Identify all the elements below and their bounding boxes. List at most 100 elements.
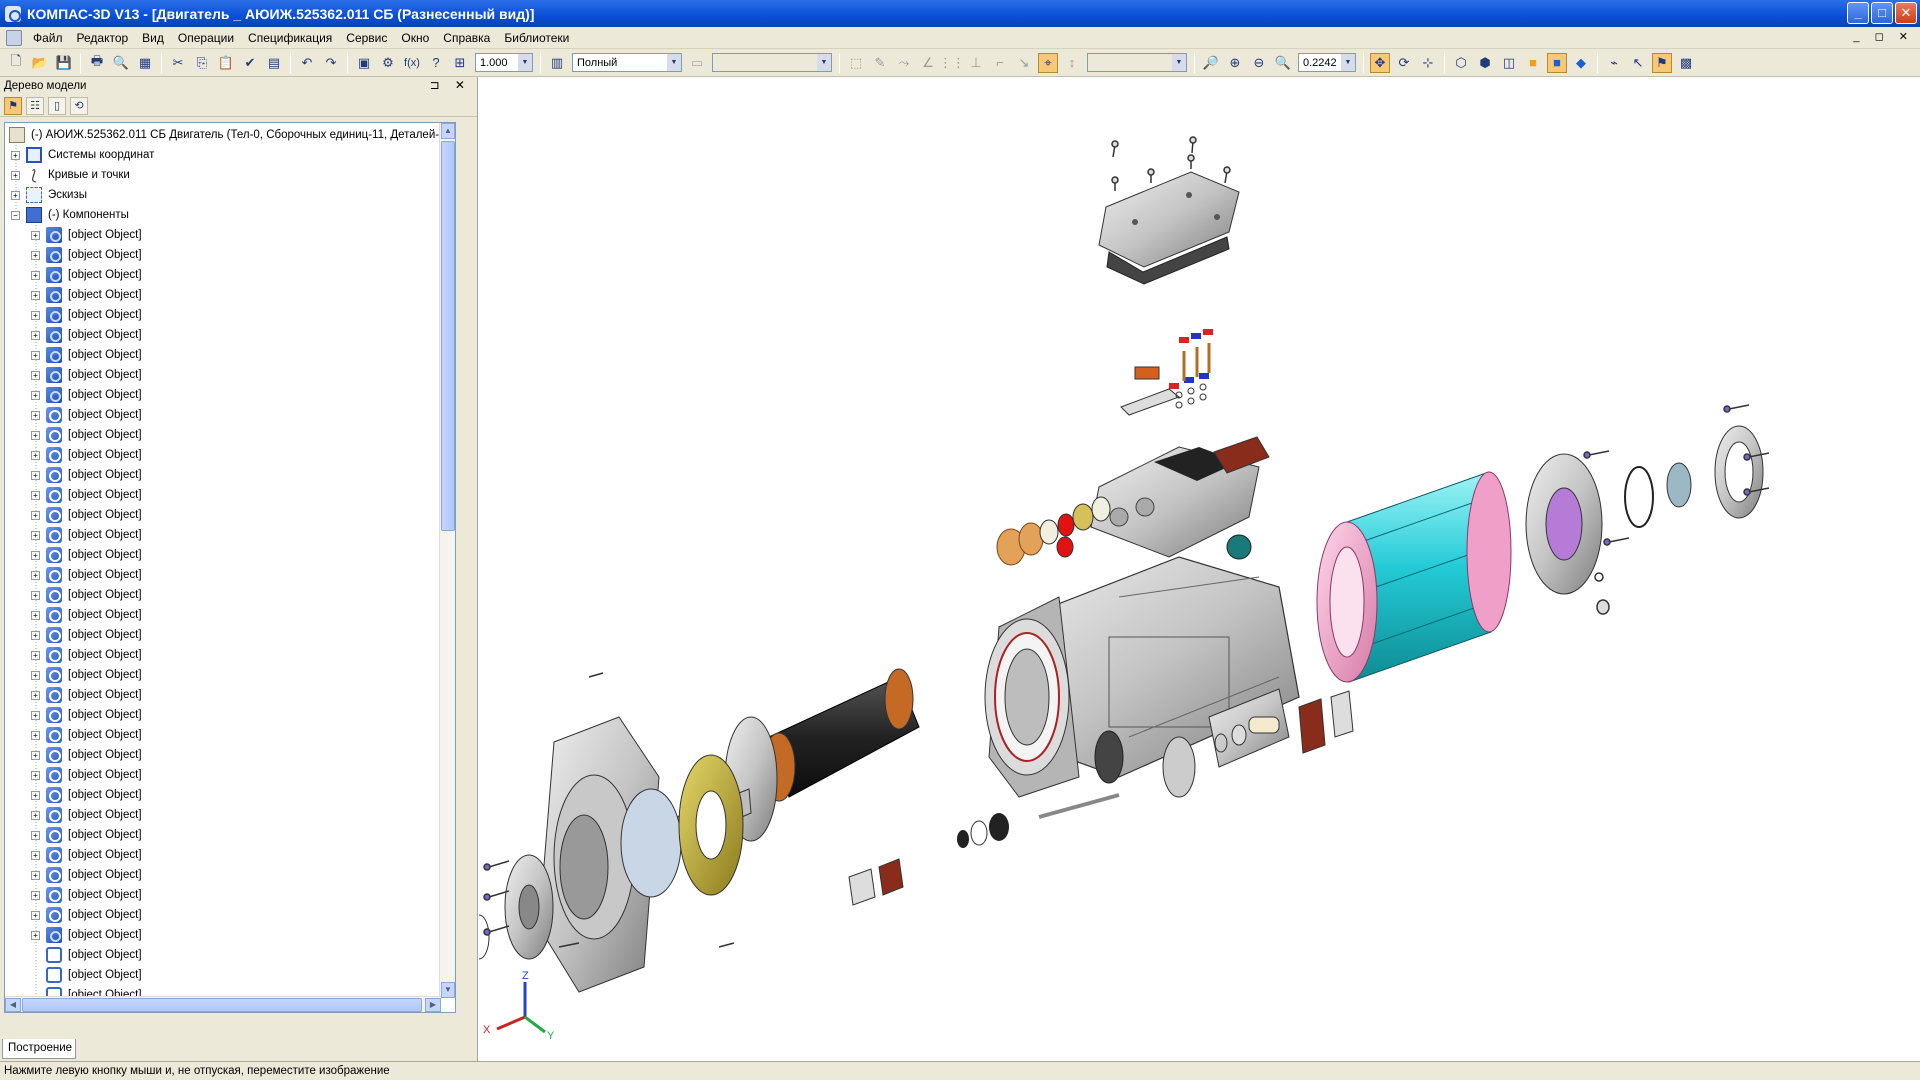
expand-icon[interactable]: + [31, 730, 40, 740]
expand-icon[interactable]: + [31, 490, 40, 500]
expand-icon[interactable]: + [31, 390, 40, 400]
tree-component-item[interactable]: + [object Object] [31, 645, 142, 665]
help-pointer-icon[interactable]: ? [426, 53, 446, 73]
zoom-out-icon[interactable]: ⊖ [1249, 53, 1269, 73]
stator-with-windings[interactable] [1316, 471, 1512, 683]
document-icon[interactable] [6, 29, 22, 46]
manager-toggle-icon[interactable]: ⚑ [1652, 52, 1672, 73]
expand-icon[interactable]: + [31, 750, 40, 760]
expand-icon[interactable]: + [31, 870, 40, 880]
orientation-icon[interactable]: ⊹ [1418, 53, 1438, 73]
hidden-lines-icon[interactable]: ⬢ [1475, 53, 1495, 73]
expand-icon[interactable]: + [31, 470, 40, 480]
tree-component-item[interactable]: + [object Object] [31, 565, 142, 585]
expand-icon[interactable]: + [31, 510, 40, 520]
cursor-icon[interactable]: ⌖ [1038, 52, 1058, 73]
tab-build[interactable]: Построение [2, 1039, 76, 1059]
select-icon[interactable]: ↖ [1628, 53, 1648, 73]
local-cs-icon[interactable]: ⌐ [990, 53, 1010, 73]
properties-icon[interactable]: ✔ [240, 53, 260, 73]
coordinate-combo[interactable] [1087, 53, 1187, 72]
tree-component-item[interactable]: + [object Object] [31, 285, 142, 305]
tree-component-item[interactable]: + [object Object] [31, 805, 142, 825]
variables-icon[interactable]: ⚙ [378, 53, 398, 73]
grid-icon[interactable]: ⋮⋮ [939, 53, 965, 73]
tree-component-item[interactable]: + [object Object] [31, 765, 142, 785]
expand-icon[interactable]: + [31, 290, 40, 300]
expand-icon[interactable]: + [31, 370, 40, 380]
expand-icon[interactable]: + [31, 930, 40, 940]
vertical-scrollbar[interactable]: ▲ ▼ [439, 123, 455, 998]
zoom-scale-icon[interactable]: 🔍 [1273, 53, 1293, 73]
menu-editor[interactable]: Редактор [70, 31, 136, 45]
tree-component-item[interactable]: [object Object] [46, 945, 142, 965]
tree-component-item[interactable]: + [object Object] [31, 325, 142, 345]
tree-component-item[interactable]: + [object Object] [31, 705, 142, 725]
expand-icon[interactable]: + [31, 710, 40, 720]
new-document-icon[interactable]: 🗋 [6, 53, 26, 73]
expand-icon[interactable]: + [31, 250, 40, 260]
expand-icon[interactable]: + [31, 550, 40, 560]
expand-icon[interactable]: + [31, 850, 40, 860]
open-folder-icon[interactable]: 📂 [30, 53, 50, 73]
print-icon[interactable]: 🖶 [87, 53, 107, 73]
tree-component-item[interactable]: + [object Object] [31, 585, 142, 605]
expand-icon[interactable]: + [31, 770, 40, 780]
tree-component-item[interactable]: + [object Object] [31, 685, 142, 705]
zoom-window-icon[interactable]: 🔎 [1201, 53, 1221, 73]
tree-component-item[interactable]: + [object Object] [31, 445, 142, 465]
snap-icon[interactable]: ⤳ [894, 53, 914, 73]
horizontal-scrollbar[interactable]: ◀ ▶ [5, 996, 441, 1012]
rebuild-icon[interactable]: ▣ [354, 53, 374, 73]
menu-help[interactable]: Справка [436, 31, 497, 45]
function-icon[interactable]: f(x) [402, 53, 422, 73]
expand-icon[interactable]: + [31, 650, 40, 660]
tree-component-item[interactable]: + [object Object] [31, 665, 142, 685]
tree-component-item[interactable]: + [object Object] [31, 465, 142, 485]
zoom-combo[interactable]: 0.2242 [1298, 53, 1356, 72]
panel-pin-close-icons[interactable]: ⊐ ✕ [430, 78, 471, 92]
expand-icon[interactable]: + [31, 230, 40, 240]
tree-component-item[interactable]: + [object Object] [31, 545, 142, 565]
expand-icon[interactable]: + [31, 790, 40, 800]
expand-icon[interactable]: + [31, 910, 40, 920]
maximize-button[interactable]: □ [1871, 2, 1893, 24]
front-cover[interactable] [479, 854, 554, 961]
tree-component-item[interactable]: + [object Object] [31, 905, 142, 925]
separate-window-icon[interactable]: ▯ [48, 96, 66, 115]
terminal-clamps[interactable] [1120, 329, 1213, 416]
paste-icon[interactable]: 📋 [216, 53, 236, 73]
redo-icon[interactable]: ↷ [321, 53, 341, 73]
tree-component-item[interactable]: + [object Object] [31, 345, 142, 365]
tree-component-item[interactable]: + [object Object] [31, 885, 142, 905]
tree-component-item[interactable]: + [object Object] [31, 865, 142, 885]
save-icon[interactable]: 💾 [54, 53, 74, 73]
expand-icon[interactable]: + [31, 670, 40, 680]
coords-icon[interactable]: ↕ [1062, 53, 1082, 73]
expand-icon[interactable]: + [31, 350, 40, 360]
motor-housing[interactable] [984, 534, 1300, 798]
ortho-icon[interactable]: ⊥ [966, 53, 986, 73]
expand-icon[interactable]: + [31, 530, 40, 540]
pan-icon[interactable]: ✥ [1370, 52, 1390, 73]
expand-icon[interactable]: + [31, 630, 40, 640]
expand-icon[interactable]: + [31, 450, 40, 460]
display-mode-icon[interactable]: ▥ [547, 53, 567, 73]
expand-icon[interactable]: + [11, 190, 20, 200]
scale-icon[interactable]: ⊞ [450, 53, 470, 73]
mdi-window-controls[interactable]: _ ◻ ✕ [1853, 30, 1914, 43]
tree-component-item[interactable]: + [object Object] [31, 365, 142, 385]
exploded-assembly-view[interactable]: Z X Y [479, 77, 1920, 1060]
expand-icon[interactable]: + [31, 570, 40, 580]
undo-icon[interactable]: ↶ [297, 53, 317, 73]
rotate-icon[interactable]: ⟳ [1394, 53, 1414, 73]
sketch-tool-icon[interactable]: ⬚ [846, 53, 866, 73]
wireframe-icon[interactable]: ⬡ [1451, 53, 1471, 73]
tree-section[interactable]: − (-) Компоненты [11, 205, 129, 225]
expand-icon[interactable]: + [31, 270, 40, 280]
tree-section[interactable]: + Системы координат [11, 145, 154, 165]
seal-rings[interactable] [996, 496, 1111, 566]
thin-lines-icon[interactable]: ◫ [1499, 53, 1519, 73]
refresh-tree-icon[interactable]: ⟲ [70, 96, 88, 115]
tree-component-item[interactable]: + [object Object] [31, 225, 142, 245]
